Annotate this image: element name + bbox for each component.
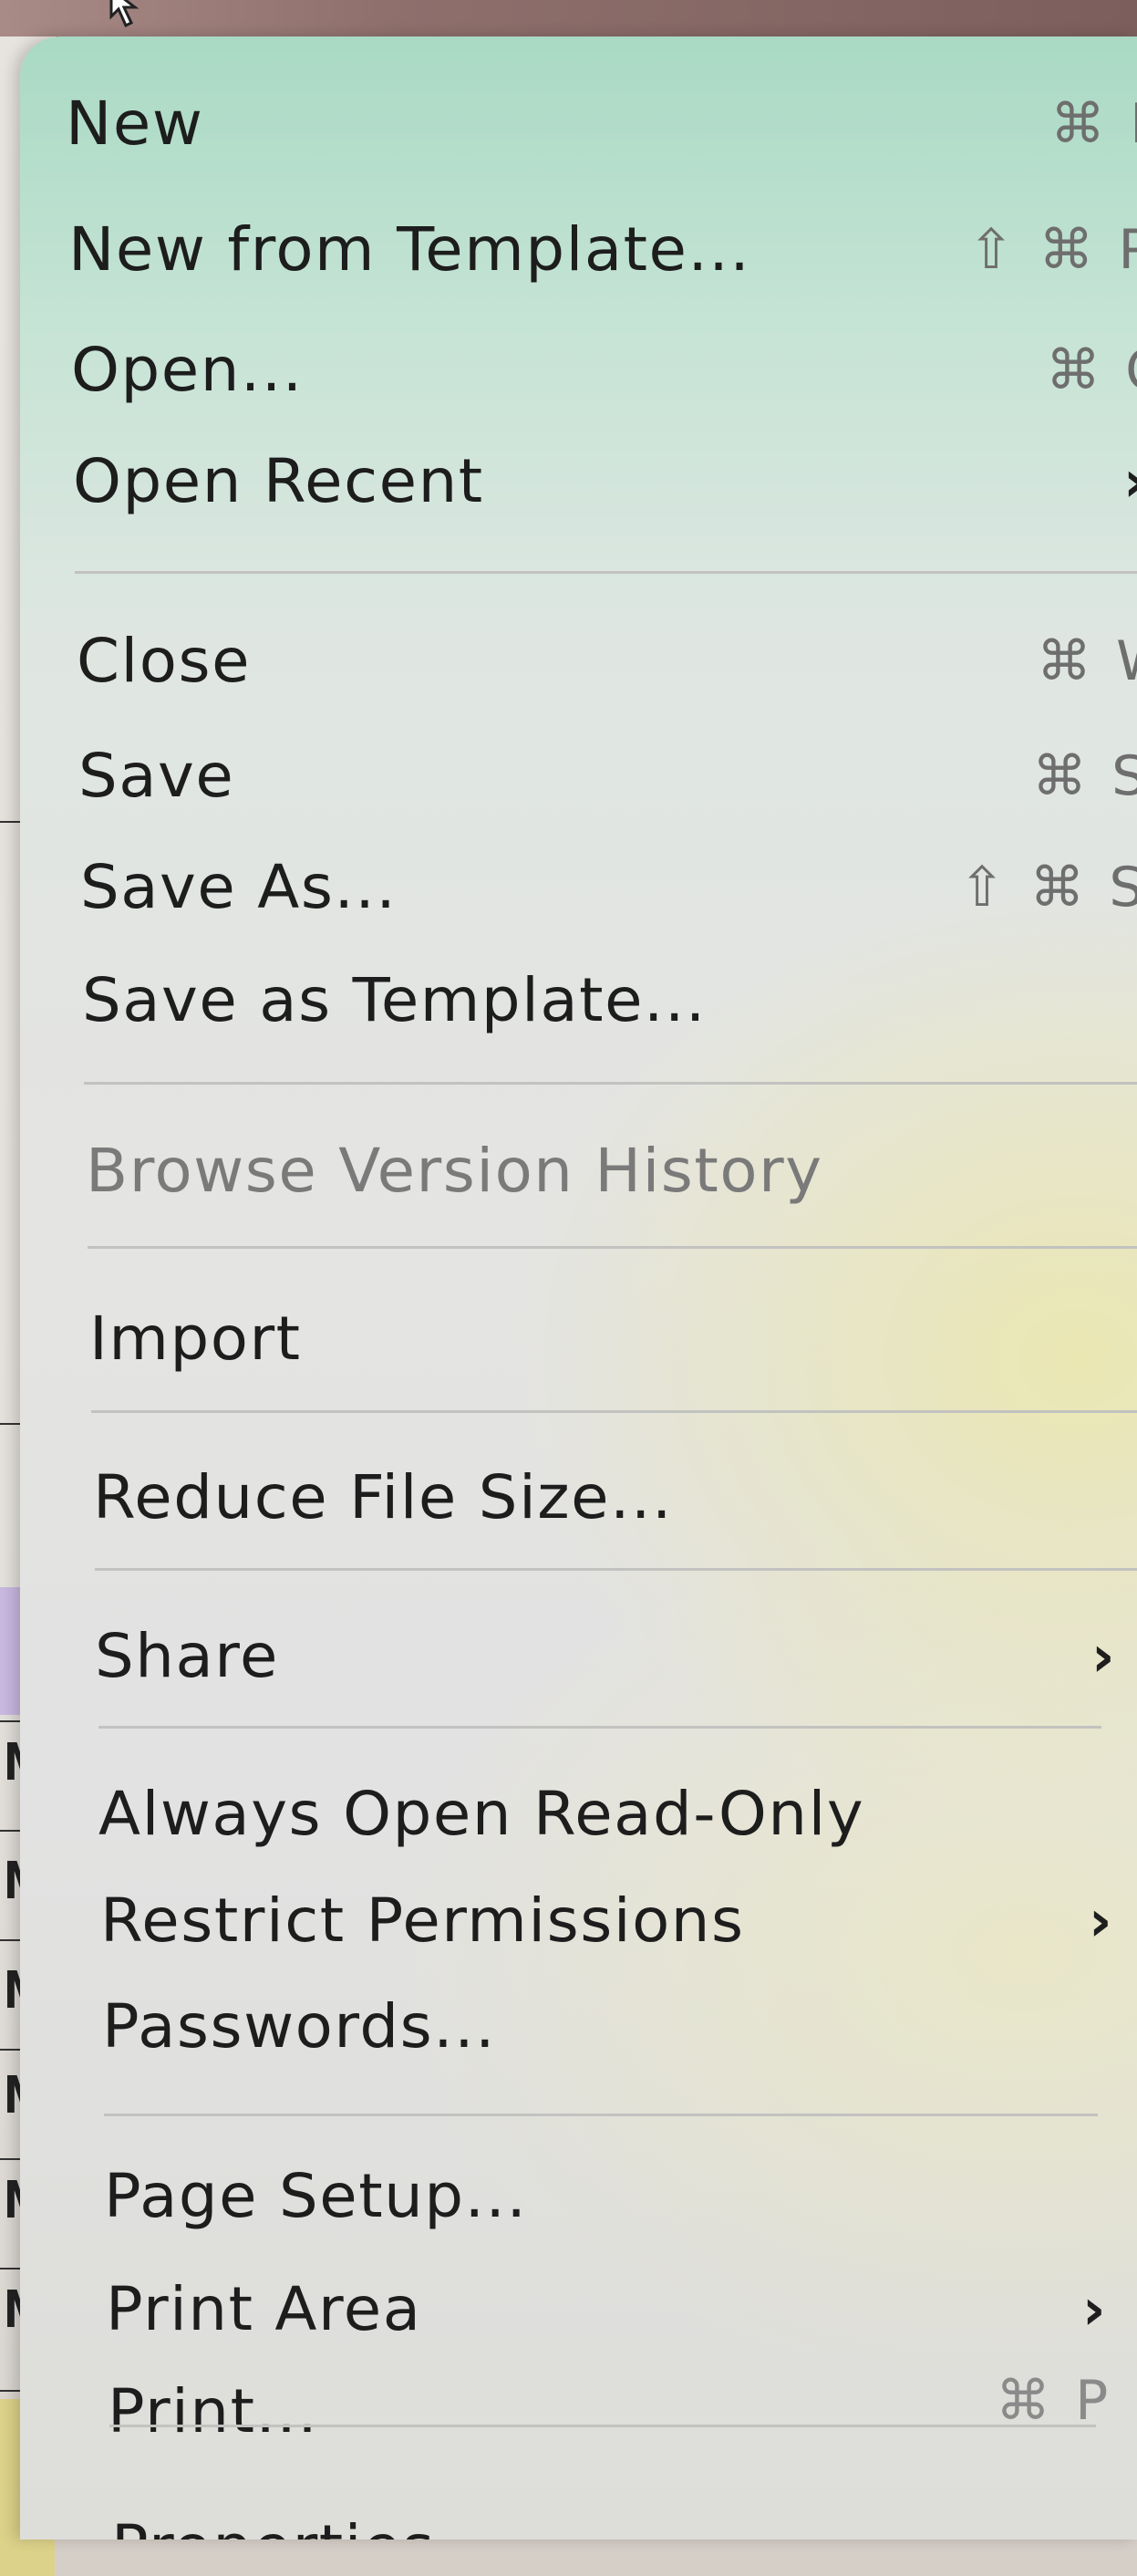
- chevron-right-icon: ›: [1091, 1623, 1115, 1689]
- menu-item-always-open-read-only[interactable]: Always Open Read-Only: [20, 1773, 1137, 1855]
- menu-item-properties[interactable]: Properties...: [20, 2507, 1137, 2540]
- menu-item-save-as-template[interactable]: Save as Template...: [20, 960, 1137, 1042]
- menu-item-new-from-template[interactable]: New from Template... ⇧ ⌘ P: [20, 209, 1137, 291]
- menu-item-browse-version-history: Browse Version History: [20, 1130, 1137, 1212]
- menu-item-label: Page Setup...: [104, 2161, 528, 2231]
- shortcut-label: ⌘ O: [1046, 338, 1137, 402]
- menu-item-label: Open Recent: [73, 446, 484, 516]
- menu-item-save[interactable]: Save ⌘ S: [20, 735, 1137, 817]
- menu-item-share[interactable]: Share ›: [20, 1615, 1137, 1698]
- menu-item-label: Import: [89, 1304, 302, 1374]
- menu-separator: [84, 1082, 1137, 1085]
- menu-item-passwords[interactable]: Passwords...: [20, 1986, 1137, 2068]
- menu-item-open[interactable]: Open... ⌘ O: [20, 329, 1137, 411]
- menu-item-label: Always Open Read-Only: [98, 1779, 865, 1849]
- menu-item-print-area[interactable]: Print Area ›: [20, 2269, 1137, 2351]
- menu-separator: [75, 571, 1137, 574]
- menu-item-label: Open...: [71, 335, 304, 405]
- menu-item-label: Restrict Permissions: [100, 1885, 745, 1956]
- shortcut-label: ⇧ ⌘ S: [959, 856, 1137, 919]
- menu-separator: [88, 1246, 1137, 1249]
- chevron-right-icon: ›: [1082, 2276, 1106, 2342]
- menu-item-label: Save As...: [80, 852, 398, 922]
- menu-separator: [104, 2114, 1098, 2116]
- menu-item-label: New: [66, 88, 204, 159]
- menu-item-reduce-file-size[interactable]: Reduce File Size...: [20, 1457, 1137, 1539]
- menu-item-label: Print...: [108, 2376, 319, 2446]
- menu-item-label: Close: [77, 626, 252, 696]
- shortcut-label: ⌘ P: [996, 2369, 1112, 2433]
- menu-separator: [109, 2425, 1096, 2427]
- menu-item-close[interactable]: Close ⌘ W: [20, 620, 1137, 702]
- menu-item-label: Reduce File Size...: [93, 1462, 673, 1532]
- menu-item-open-recent[interactable]: Open Recent ›: [20, 441, 1137, 523]
- menu-item-label: Print Area: [106, 2274, 422, 2344]
- shortcut-label: ⌘ W: [1037, 629, 1137, 693]
- shortcut-label: ⌘ N: [1050, 92, 1137, 156]
- menu-item-label: Properties...: [111, 2507, 498, 2540]
- menu-item-new[interactable]: New ⌘ N: [20, 83, 1137, 165]
- menu-item-label: Browse Version History: [86, 1136, 823, 1206]
- file-menu: New ⌘ N New from Template... ⇧ ⌘ P Open.…: [20, 36, 1137, 2540]
- menu-separator: [95, 1568, 1137, 1571]
- shortcut-label: ⌘ S: [1032, 744, 1137, 808]
- chevron-right-icon: ›: [1123, 441, 1137, 523]
- menu-item-print[interactable]: Print... ⌘ P: [20, 2369, 1137, 2453]
- menu-item-label: Passwords...: [102, 1991, 497, 2062]
- menu-item-import[interactable]: Import: [20, 1298, 1137, 1380]
- menu-separator: [91, 1410, 1137, 1413]
- menu-separator: [98, 1726, 1101, 1729]
- menu-item-page-setup[interactable]: Page Setup...: [20, 2155, 1137, 2238]
- menu-bar-strip: [0, 0, 1137, 36]
- menu-item-label: Save as Template...: [82, 965, 707, 1035]
- menu-item-restrict-permissions[interactable]: Restrict Permissions ›: [20, 1880, 1137, 1962]
- menu-item-save-as[interactable]: Save As... ⇧ ⌘ S: [20, 847, 1137, 929]
- menu-item-label: New from Template...: [68, 214, 751, 285]
- menu-item-label: Share: [95, 1621, 279, 1691]
- chevron-right-icon: ›: [1089, 1887, 1112, 1954]
- mouse-pointer-icon: [109, 0, 140, 28]
- shortcut-label: ⇧ ⌘ P: [968, 218, 1137, 282]
- menu-item-label: Save: [78, 741, 235, 811]
